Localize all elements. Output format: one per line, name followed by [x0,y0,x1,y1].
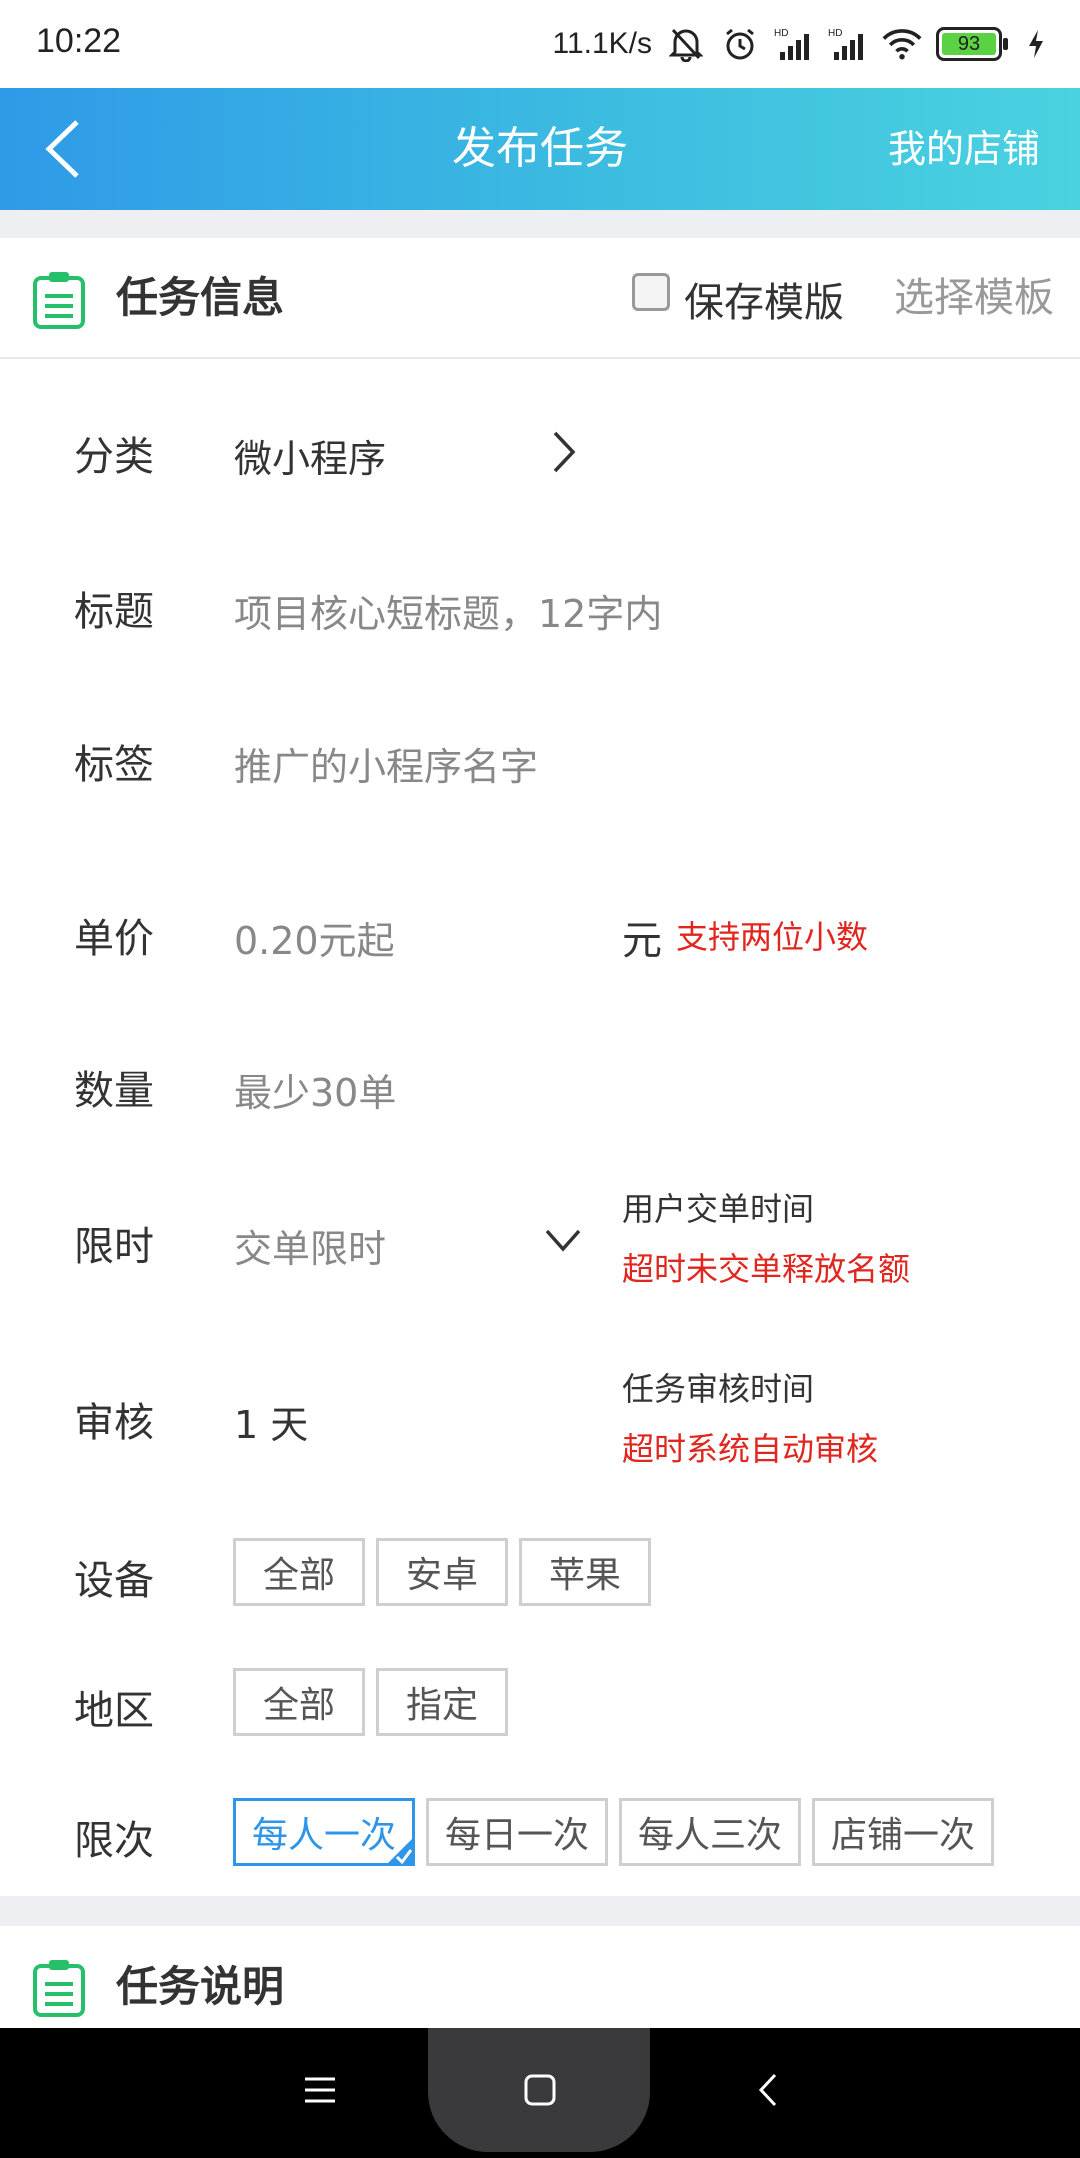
tag-input[interactable]: 推广的小程序名字 [234,736,538,791]
svg-text:HD: HD [828,28,842,39]
limit-row: 限次 每人一次 每日一次 每人三次 店铺一次 [0,1798,1080,1872]
task-desc-header: 任务说明 [0,1926,1080,2028]
title-row: 标题 项目核心短标题，12字内 [0,555,1080,655]
category-value: 微小程序 [234,437,387,481]
limit-label: 限次 [74,1818,154,1864]
system-back-button[interactable] [728,2028,808,2152]
quantity-row: 数量 最少30单 [0,1034,1080,1134]
checkmark-icon [385,1836,415,1866]
quantity-label: 数量 [74,1068,154,1114]
price-row: 单价 0.20元起 元 支持两位小数 [0,882,1080,982]
limit-option-label: 每人一次 [251,1815,396,1856]
review-hint: 任务审核时间 [622,1370,815,1408]
region-label: 地区 [74,1688,154,1734]
tag-row: 标签 推广的小程序名字 [0,708,1080,808]
time-limit-select[interactable]: 交单限时 [234,1218,386,1273]
alarm-icon [720,24,760,64]
chevron-down-icon[interactable] [544,1228,582,1252]
tag-label: 标签 [74,742,154,788]
save-template-toggle[interactable]: 保存模版 [632,264,844,334]
time-limit-hint-red: 超时未交单释放名额 [622,1250,911,1288]
device-option-all[interactable]: 全部 [233,1538,365,1606]
home-button[interactable] [500,2028,580,2152]
task-info-header: 任务信息 保存模版 选择模板 [0,238,1080,358]
title-input[interactable]: 项目核心短标题，12字内 [234,583,662,638]
limit-option-once-per-day[interactable]: 每日一次 [426,1798,608,1866]
quantity-input[interactable]: 最少30单 [234,1062,396,1117]
task-info-title: 任务信息 [116,273,285,322]
time-limit-hint: 用户交单时间 [622,1190,815,1228]
network-speed: 11.1K/s [552,27,652,60]
clipboard-icon [32,270,86,330]
svg-text:HD: HD [774,28,788,39]
time-limit-label: 限时 [74,1224,154,1270]
clipboard-icon [32,1958,86,2018]
price-label: 单价 [74,916,154,962]
device-label: 设备 [74,1558,154,1604]
battery-level: 93 [942,33,996,55]
limit-option-once-per-store[interactable]: 店铺一次 [812,1798,994,1866]
limit-option-thrice-per-person[interactable]: 每人三次 [619,1798,801,1866]
price-input[interactable]: 0.20元起 [234,910,395,965]
triangle-back-icon [758,2073,777,2107]
signal-hd-icon: HD [774,24,814,64]
menu-icon [305,2077,335,2103]
menu-button[interactable] [280,2028,360,2152]
charging-icon [1016,24,1056,64]
region-option-all[interactable]: 全部 [233,1668,365,1736]
category-row[interactable]: 分类 微小程序 [0,400,1080,500]
title-label: 标题 [74,589,154,635]
review-label: 审核 [74,1400,154,1446]
battery-icon: 93 [936,27,1008,61]
my-store-link[interactable]: 我的店铺 [888,88,1040,210]
region-option-specified[interactable]: 指定 [376,1668,508,1736]
category-label: 分类 [74,434,154,480]
section-gap-2 [0,1896,1080,1926]
choose-template-button[interactable]: 选择模板 [894,238,1054,358]
review-value[interactable]: 1 天 [234,1394,308,1449]
save-template-checkbox[interactable] [632,273,670,311]
chevron-right-icon [553,431,576,473]
status-time: 10:22 [36,22,122,60]
review-row: 审核 1 天 任务审核时间 超时系统自动审核 [0,1360,1080,1490]
status-bar: 10:22 11.1K/s HD HD 93 [0,0,1080,88]
square-icon [524,2074,556,2106]
wifi-icon [882,24,922,64]
bell-muted-icon [666,24,706,64]
device-row: 设备 全部 安卓 苹果 [0,1538,1080,1612]
device-option-apple[interactable]: 苹果 [519,1538,651,1606]
limit-option-once-per-person[interactable]: 每人一次 [233,1798,415,1866]
system-nav-bar [0,2028,1080,2158]
review-hint-red: 超时系统自动审核 [622,1430,879,1468]
price-note: 支持两位小数 [676,918,869,956]
device-option-android[interactable]: 安卓 [376,1538,508,1606]
price-unit: 元 [622,918,662,964]
task-desc-title: 任务说明 [116,1962,285,2011]
divider [0,357,1080,359]
region-row: 地区 全部 指定 [0,1668,1080,1742]
time-limit-row: 限时 交单限时 用户交单时间 超时未交单释放名额 [0,1180,1080,1310]
save-template-label: 保存模版 [684,280,844,326]
status-icons: 11.1K/s HD HD 93 [552,20,1056,68]
signal-hd-icon-2: HD [828,24,868,64]
section-gap [0,210,1080,238]
app-header: 发布任务 我的店铺 [0,88,1080,210]
